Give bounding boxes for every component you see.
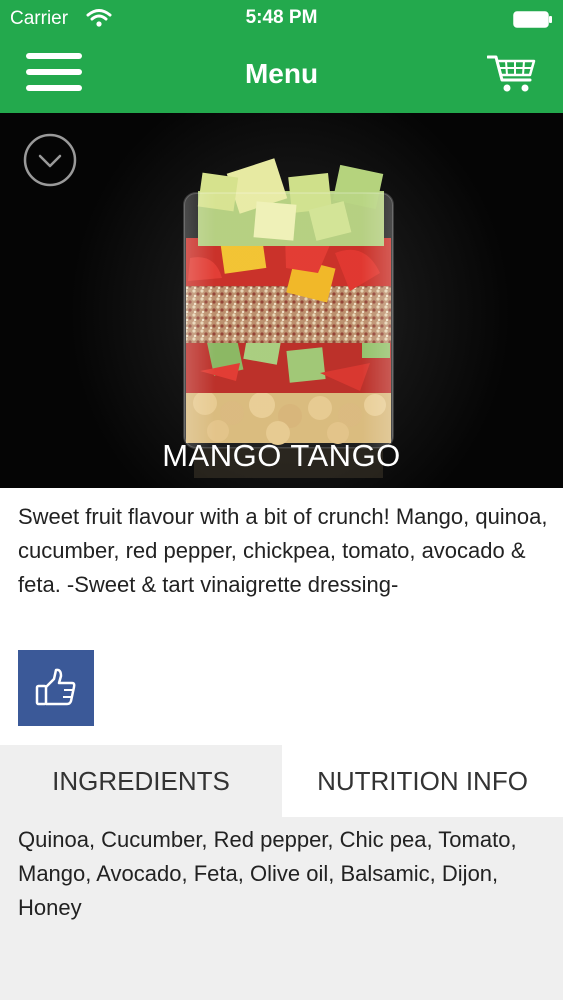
ingredients-list: Quinoa, Cucumber, Red pepper, Chic pea, … bbox=[18, 827, 517, 920]
battery-icon bbox=[513, 11, 552, 28]
item-name: MANGO TANGO bbox=[162, 438, 401, 473]
tab-nutrition-info[interactable]: NUTRITION INFO bbox=[282, 745, 563, 817]
tab-content: Quinoa, Cucumber, Red pepper, Chic pea, … bbox=[0, 817, 563, 1000]
status-time: 5:48 PM bbox=[245, 7, 318, 28]
salad-jar-image bbox=[183, 158, 394, 478]
page-title: Menu bbox=[244, 58, 319, 89]
nav-bar: Menu bbox=[0, 38, 563, 113]
like-button[interactable] bbox=[18, 650, 94, 726]
chevron-down-circle-icon[interactable] bbox=[22, 132, 78, 188]
shopping-cart-icon[interactable] bbox=[487, 52, 537, 94]
item-hero-image: MANGO TANGO bbox=[0, 113, 563, 488]
tab-ingredients[interactable]: INGREDIENTS bbox=[0, 745, 282, 817]
thumbs-up-icon bbox=[35, 668, 76, 706]
item-description: Sweet fruit flavour with a bit of crunch… bbox=[18, 504, 548, 597]
app-header: Carrier 5:48 PM Menu bbox=[0, 0, 563, 113]
status-bar: Carrier 5:48 PM bbox=[0, 0, 563, 38]
detail-tabs: INGREDIENTS NUTRITION INFO bbox=[0, 745, 563, 817]
item-details: Sweet fruit flavour with a bit of crunch… bbox=[0, 488, 563, 745]
